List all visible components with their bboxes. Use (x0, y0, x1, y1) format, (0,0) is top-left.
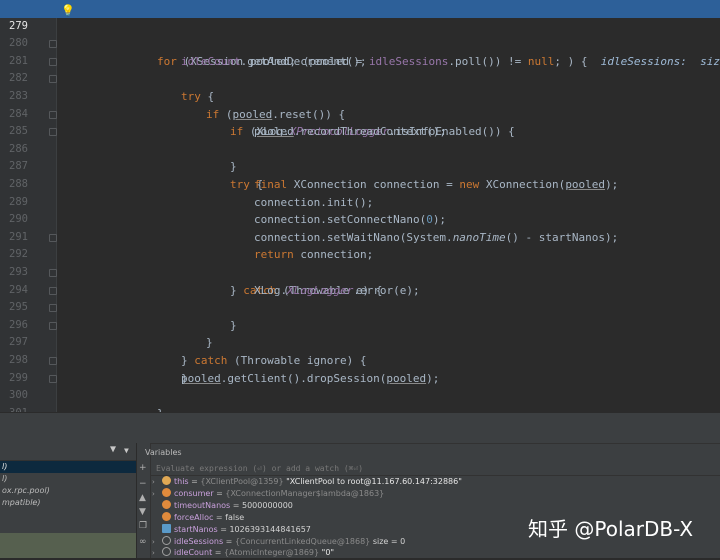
frame-item[interactable]: ox.rpc.pool) (0, 485, 136, 497)
code-line[interactable]: 300 } (0, 370, 720, 401)
expand-icon[interactable]: › (152, 477, 162, 489)
code-line[interactable]: 282 if (pooled.reset()) { (0, 53, 720, 121)
filter-icon[interactable]: ▼ (110, 444, 116, 455)
code-line[interactable]: 284 pooled.recordThreadContext(); (0, 88, 720, 139)
variables-title: Variables (145, 448, 182, 457)
fold-marker-icon[interactable] (49, 357, 57, 365)
frame-item[interactable]: mpatible) (0, 497, 136, 509)
fold-marker-icon[interactable] (49, 233, 57, 242)
code-line[interactable]: 296 } catch (Throwable ignore) { (0, 299, 720, 367)
variable-row[interactable]: forceAlloc = false (152, 512, 244, 524)
variable-type: {AtomicInteger@1869} (224, 548, 320, 557)
variable-value: "0" (321, 548, 335, 557)
code-line[interactable]: 295 } (0, 282, 720, 349)
field-icon (162, 512, 171, 521)
chevron-down-icon[interactable]: ▼ (124, 446, 129, 455)
field-icon (162, 500, 171, 509)
copy-icon[interactable]: ❐ (139, 521, 147, 531)
watch-icon (162, 536, 171, 545)
field-icon (162, 476, 171, 485)
variable-value: "XClientPool to root@11.167.60.147:32886… (286, 477, 462, 486)
variable-name: startNanos (174, 525, 218, 534)
code-line[interactable]: 299 } (0, 352, 720, 412)
line-number: 301 (0, 405, 28, 412)
code-line[interactable]: 280 idleCount.getAndDecrement(); (0, 18, 720, 68)
fold-marker-icon[interactable] (49, 57, 57, 66)
fold-marker-icon[interactable] (49, 304, 57, 313)
evaluate-expression-input[interactable] (156, 462, 456, 475)
variable-type: {XConnectionManager$lambda@1863} (225, 489, 385, 498)
variable-value: 1026393144841657 (229, 525, 311, 534)
debugger-header (0, 413, 720, 444)
minus-icon[interactable]: − (139, 479, 147, 489)
frames-toolbar: ▼ ▼ (0, 443, 136, 461)
arrow-down-icon[interactable]: ▼ (139, 507, 146, 517)
fold-marker-icon[interactable] (49, 128, 57, 137)
code-line[interactable]: 281 try { (0, 35, 720, 103)
variable-row[interactable]: timeoutNanos = 5000000000 (152, 500, 293, 512)
variable-name: forceAlloc (174, 513, 214, 522)
code-line[interactable]: 285 } (0, 106, 720, 173)
fold-marker-icon[interactable] (49, 321, 57, 330)
code-line[interactable]: 283 if (XLog.XProtocolLogger.isInfoEnabl… (0, 70, 720, 138)
variable-value: false (225, 513, 245, 522)
code-line[interactable]: 291 return connection; (0, 211, 720, 262)
variable-name: idleCount (174, 548, 213, 557)
variable-name: consumer (174, 489, 214, 498)
code-line[interactable]: 293 XLog.XLogLogger.error(e); (0, 246, 720, 297)
fold-marker-icon[interactable] (49, 286, 57, 295)
code-line[interactable]: 294 } (0, 264, 720, 332)
fold-marker-icon[interactable] (49, 269, 57, 277)
code-line[interactable]: 288 connection.init(); (0, 158, 720, 209)
fold-marker-icon[interactable] (49, 40, 57, 49)
variable-name: timeoutNanos (174, 501, 231, 510)
variable-row[interactable]: › this = {XClientPool@1359} "XClientPool … (152, 476, 462, 488)
local-icon (162, 524, 171, 533)
variable-name: this (174, 477, 189, 486)
variable-row[interactable]: startNanos = 1026393144841657 (152, 524, 311, 536)
frames-highlight (0, 533, 136, 558)
frame-item[interactable]: l) (0, 473, 136, 485)
variable-value: 5000000000 (242, 501, 293, 510)
frame-item[interactable]: l) (0, 461, 136, 473)
variable-type: {XClientPool@1359} (200, 477, 284, 486)
expand-icon[interactable]: › (152, 489, 162, 501)
variable-row[interactable]: › consumer = {XConnectionManager$lambda@1… (152, 488, 384, 500)
code-line[interactable]: 292 } catch (Throwable e) { (0, 229, 720, 297)
field-icon (162, 488, 171, 497)
code-line[interactable]: 297 } (0, 317, 720, 385)
code-line[interactable]: 301 (0, 387, 720, 412)
arrow-up-icon[interactable]: ▲ (139, 493, 146, 503)
expand-icon[interactable]: › (152, 548, 162, 560)
watermark: 知乎 @PolarDB-X (528, 517, 694, 541)
fold-marker-icon[interactable] (49, 75, 57, 84)
add-watch-icon[interactable]: + (139, 463, 147, 473)
code-line[interactable]: 290 connection.setWaitNano(System.nanoTi… (0, 194, 720, 244)
variable-type: {ConcurrentLinkedQueue@1868} (234, 537, 371, 546)
debugger-panel: ▼ ▼ l) l) ox.rpc.pool) mpatible) + − ▲ ▼… (0, 412, 720, 558)
variable-name: idleSessions (174, 537, 224, 546)
code-line[interactable]: 287 final XConnection connection = new X… (0, 141, 720, 191)
fold-marker-icon[interactable] (49, 374, 57, 383)
variable-value: size = 0 (372, 537, 406, 546)
code-line[interactable]: 298 pooled.getClient().dropSession(poole… (0, 334, 720, 385)
frames-panel[interactable]: ▼ ▼ l) l) ox.rpc.pool) mpatible) (0, 443, 137, 558)
code-line[interactable]: 289 connection.setConnectNano(0); (0, 176, 720, 227)
fold-marker-icon[interactable] (49, 110, 57, 119)
code-line-current[interactable]: 279 💡 for (XSession pooled; (pooled = id… (0, 0, 720, 68)
evaluate-expression-row[interactable] (151, 462, 720, 476)
variable-row[interactable]: › idleSessions = {ConcurrentLinkedQueue@1… (152, 536, 405, 548)
code-line[interactable]: 286 try { (0, 123, 720, 191)
watch-icon (162, 547, 171, 556)
glasses-icon[interactable]: ∞ (139, 537, 147, 547)
code-editor[interactable]: 279 💡 for (XSession pooled; (pooled = id… (0, 0, 720, 412)
variables-side-toolbar: + − ▲ ▼ ❐ ∞ (137, 443, 151, 558)
